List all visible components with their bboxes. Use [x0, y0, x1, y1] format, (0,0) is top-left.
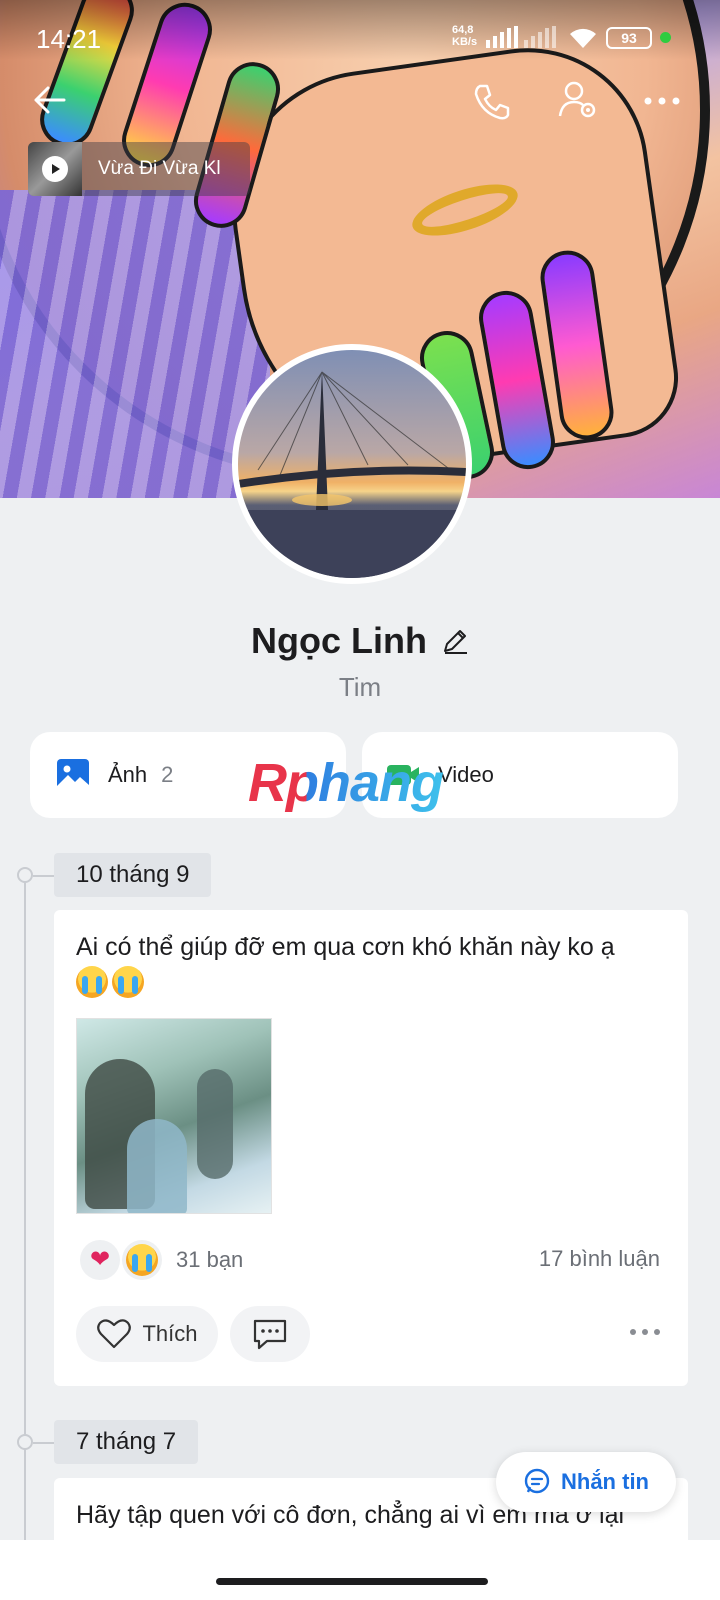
battery-icon: 93	[606, 27, 652, 49]
profile-subtitle: Tim	[338, 672, 382, 702]
profile-name-row: Ngọc Linh	[0, 620, 720, 662]
like-label: Thích	[142, 1321, 198, 1346]
heart-outline-icon	[97, 1319, 132, 1349]
pencil-icon[interactable]	[441, 627, 469, 655]
chat-bubble-icon	[524, 1468, 550, 1494]
phone-icon	[474, 84, 510, 120]
music-thumbnail	[28, 142, 82, 196]
crying-face-icon	[112, 966, 144, 999]
more-button[interactable]	[640, 86, 684, 116]
post-text: Ai có thể giúp đỡ em qua cơn khó khăn nà…	[76, 930, 666, 999]
play-icon[interactable]	[42, 156, 68, 182]
status-bar: 14:21 64,8 KB/s 93	[0, 0, 720, 78]
signal-icon	[486, 26, 518, 48]
cover-stripes	[0, 190, 270, 498]
network-speed-value: 64,8	[452, 24, 474, 36]
timeline-dot	[17, 1434, 33, 1450]
music-title: Vừa Đi Vừa Kl	[98, 158, 221, 179]
status-time: 14:21	[36, 24, 102, 54]
post-date: 10 tháng 9	[54, 853, 212, 897]
wifi-icon	[568, 24, 598, 57]
profile-settings-button[interactable]	[556, 78, 600, 122]
more-dots-icon	[644, 97, 680, 105]
like-button[interactable]: Thích	[76, 1306, 218, 1362]
back-button[interactable]	[30, 80, 70, 120]
post-text-content: Ai có thể giúp đỡ em qua cơn khó khăn nà…	[76, 933, 615, 961]
comment-button[interactable]	[230, 1306, 310, 1362]
photo-person	[127, 1119, 187, 1213]
watermark-logo: Rphang	[248, 753, 444, 813]
timeline-dot	[17, 867, 33, 883]
post-photo[interactable]	[76, 1018, 272, 1214]
comment-count[interactable]: 17 bình luận	[539, 1246, 660, 1272]
profile-name: Ngọc Linh	[251, 620, 427, 661]
comment-icon	[253, 1319, 287, 1350]
profile-music[interactable]: Vừa Đi Vừa Kl	[28, 142, 250, 196]
timeline-connector	[33, 875, 55, 877]
network-speed-unit: KB/s	[452, 36, 478, 48]
message-label: Nhắn tin	[561, 1469, 649, 1494]
message-button[interactable]: Nhắn tin	[496, 1452, 676, 1512]
heart-icon: ❤	[80, 1240, 120, 1280]
more-dots-icon[interactable]	[628, 1322, 662, 1342]
timeline-connector	[33, 1442, 55, 1444]
crying-face-icon	[122, 1240, 162, 1280]
videos-label: Video	[438, 762, 494, 787]
post-date: 7 tháng 7	[54, 1420, 199, 1464]
bottom-nav-area	[0, 1540, 720, 1600]
photo-person	[197, 1069, 233, 1179]
timeline-post[interactable]: Ai có thể giúp đỡ em qua cơn khó khăn nà…	[54, 910, 688, 1386]
charging-dot	[660, 32, 671, 43]
reaction-count: 31 bạn	[176, 1247, 244, 1272]
crying-face-icon	[76, 966, 108, 999]
reaction-summary[interactable]: ❤ 31 bạn	[80, 1240, 243, 1280]
avatar-bridge-image	[238, 370, 466, 578]
home-indicator[interactable]	[216, 1578, 488, 1585]
image-icon	[57, 759, 89, 791]
signal-2-icon	[524, 26, 556, 48]
user-settings-icon	[558, 81, 596, 118]
network-speed: 64,8 KB/s	[452, 24, 477, 48]
photos-label: Ảnh	[108, 762, 148, 787]
back-arrow-icon	[34, 86, 66, 114]
photos-count: 2	[161, 762, 174, 787]
avatar[interactable]	[232, 344, 472, 584]
call-button[interactable]	[470, 80, 514, 124]
timeline-line	[24, 876, 26, 1576]
